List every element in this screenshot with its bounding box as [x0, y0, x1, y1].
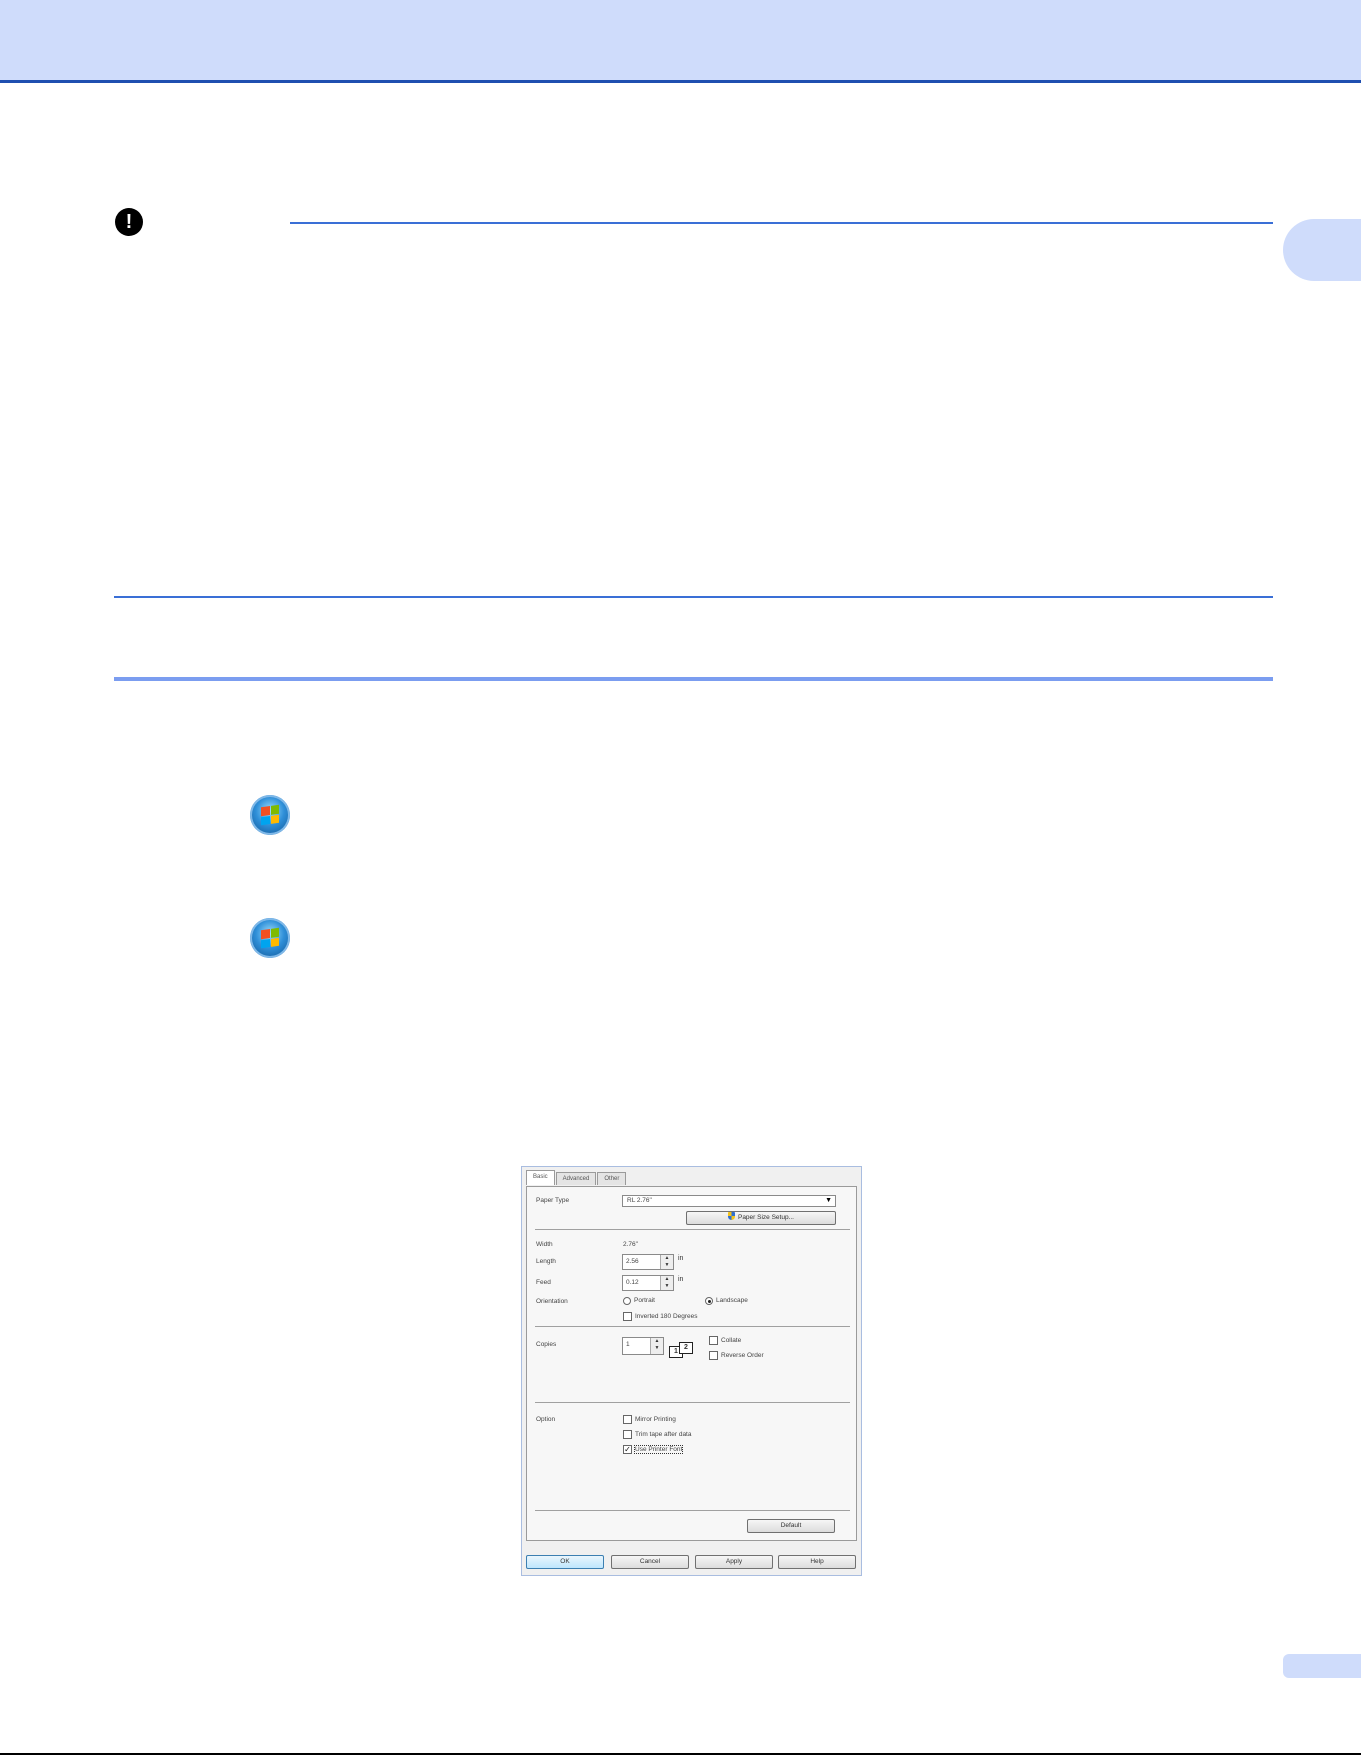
mirror-printing-checkbox[interactable] — [623, 1415, 632, 1424]
paper-type-label: Paper Type — [536, 1197, 570, 1204]
spin-arrows-icon[interactable]: ▲ ▼ — [660, 1255, 673, 1269]
section-divider-top — [114, 596, 1273, 598]
use-printer-font-checkbox[interactable]: ✓ — [623, 1445, 632, 1454]
landscape-radio[interactable] — [705, 1297, 713, 1305]
dropdown-arrow-icon: ▼ — [825, 1197, 832, 1204]
tab-other[interactable]: Other — [597, 1172, 627, 1185]
copies-value: 1 — [626, 1341, 630, 1348]
use-printer-font-label: Use Printer Font — [633, 1445, 684, 1454]
ok-button[interactable]: OK — [526, 1555, 604, 1569]
feed-spinbox[interactable]: 0.12 ▲ ▼ — [622, 1275, 674, 1291]
reverse-order-checkbox[interactable] — [709, 1351, 718, 1360]
portrait-label: Portrait — [634, 1297, 655, 1304]
inverted-label: Inverted 180 Degrees — [635, 1313, 698, 1320]
copies-spinbox[interactable]: 1 ▲ ▼ — [622, 1337, 664, 1355]
width-value: 2.76" — [623, 1241, 638, 1248]
paper-size-setup-label: Paper Size Setup... — [737, 1214, 794, 1221]
tab-bar: Basic Advanced Other — [526, 1170, 627, 1186]
spin-arrows-icon[interactable]: ▲ ▼ — [650, 1338, 663, 1354]
portrait-radio[interactable] — [623, 1297, 631, 1305]
reverse-order-label: Reverse Order — [721, 1352, 764, 1359]
inverted-checkbox[interactable] — [623, 1312, 632, 1321]
windows-start-icon — [250, 918, 290, 958]
help-button[interactable]: Help — [778, 1555, 856, 1569]
collate-checkbox[interactable] — [709, 1336, 718, 1345]
printing-preferences-dialog: Basic Advanced Other Paper Type RL 2.76"… — [521, 1166, 862, 1576]
separator — [535, 1510, 850, 1511]
chapter-tab — [1283, 219, 1361, 281]
landscape-label: Landscape — [716, 1297, 748, 1304]
paper-size-setup-button[interactable]: Paper Size Setup... — [686, 1211, 836, 1225]
basic-tab-panel: Paper Type RL 2.76" ▼ Paper Size Setup..… — [526, 1186, 857, 1541]
separator — [535, 1402, 850, 1403]
orientation-label: Orientation — [536, 1298, 568, 1305]
page-number-tab — [1283, 1654, 1361, 1678]
length-spinbox[interactable]: 2.56 ▲ ▼ — [622, 1254, 674, 1270]
spin-arrows-icon[interactable]: ▲ ▼ — [660, 1276, 673, 1290]
mirror-printing-label: Mirror Printing — [635, 1416, 676, 1423]
separator — [535, 1326, 850, 1327]
section-divider-bottom — [114, 677, 1273, 681]
important-icon: ! — [115, 208, 143, 236]
separator — [535, 1229, 850, 1230]
header-band — [0, 0, 1361, 83]
copies-label: Copies — [536, 1341, 557, 1348]
cancel-button[interactable]: Cancel — [611, 1555, 689, 1569]
paper-type-select[interactable]: RL 2.76" ▼ — [622, 1195, 836, 1207]
trim-tape-label: Trim tape after data — [635, 1431, 692, 1438]
feed-value: 0.12 — [626, 1279, 639, 1286]
length-unit: in — [678, 1255, 684, 1262]
trim-tape-checkbox[interactable] — [623, 1430, 632, 1439]
windows-start-icon — [250, 795, 290, 835]
tab-advanced[interactable]: Advanced — [555, 1172, 597, 1185]
collate-pages-icon: 12 — [669, 1342, 695, 1358]
option-label: Option — [536, 1416, 556, 1423]
uac-shield-icon — [727, 1212, 735, 1220]
length-label: Length — [536, 1258, 556, 1265]
paper-type-value: RL 2.76" — [627, 1197, 652, 1204]
length-value: 2.56 — [626, 1258, 639, 1265]
tab-basic[interactable]: Basic — [526, 1170, 555, 1185]
width-label: Width — [536, 1241, 553, 1248]
footer-rule — [0, 1753, 1361, 1755]
feed-label: Feed — [536, 1279, 551, 1286]
feed-unit: in — [678, 1276, 684, 1283]
important-divider — [290, 222, 1273, 224]
default-button[interactable]: Default — [747, 1519, 835, 1533]
collate-label: Collate — [721, 1337, 742, 1344]
apply-button[interactable]: Apply — [695, 1555, 773, 1569]
